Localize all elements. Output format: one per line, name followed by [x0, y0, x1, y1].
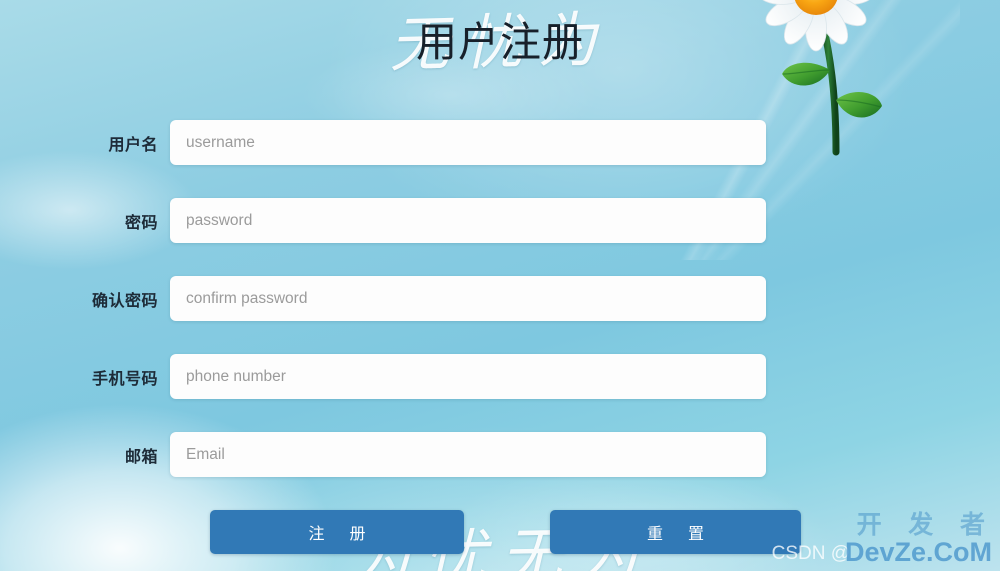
form-row-confirm-password: 确认密码: [0, 276, 1000, 321]
label-username: 用户名: [108, 134, 158, 154]
label-confirm-password: 确认密码: [91, 290, 158, 310]
page-title: 用户注册: [416, 18, 584, 66]
register-form: 用户名 密码 确认密码 手机号码 邮箱 注 册 重 置: [0, 120, 1000, 554]
form-row-password: 密码: [0, 198, 1000, 243]
form-row-email: 邮箱: [0, 432, 1000, 477]
username-input[interactable]: [170, 120, 766, 165]
form-row-phone-number: 手机号码: [0, 354, 1000, 399]
label-phone-number: 手机号码: [91, 368, 158, 388]
form-row-username: 用户名: [0, 120, 1000, 165]
reset-form-button[interactable]: 重 置: [550, 510, 801, 554]
email-input[interactable]: [170, 432, 766, 477]
label-email: 邮箱: [124, 446, 158, 466]
phone-number-input[interactable]: [170, 354, 766, 399]
form-actions: 注 册 重 置: [0, 510, 1000, 554]
label-password: 密码: [124, 212, 158, 232]
register-submit-button[interactable]: 注 册: [210, 510, 464, 554]
password-input[interactable]: [170, 198, 766, 243]
confirm-password-input[interactable]: [170, 276, 766, 321]
